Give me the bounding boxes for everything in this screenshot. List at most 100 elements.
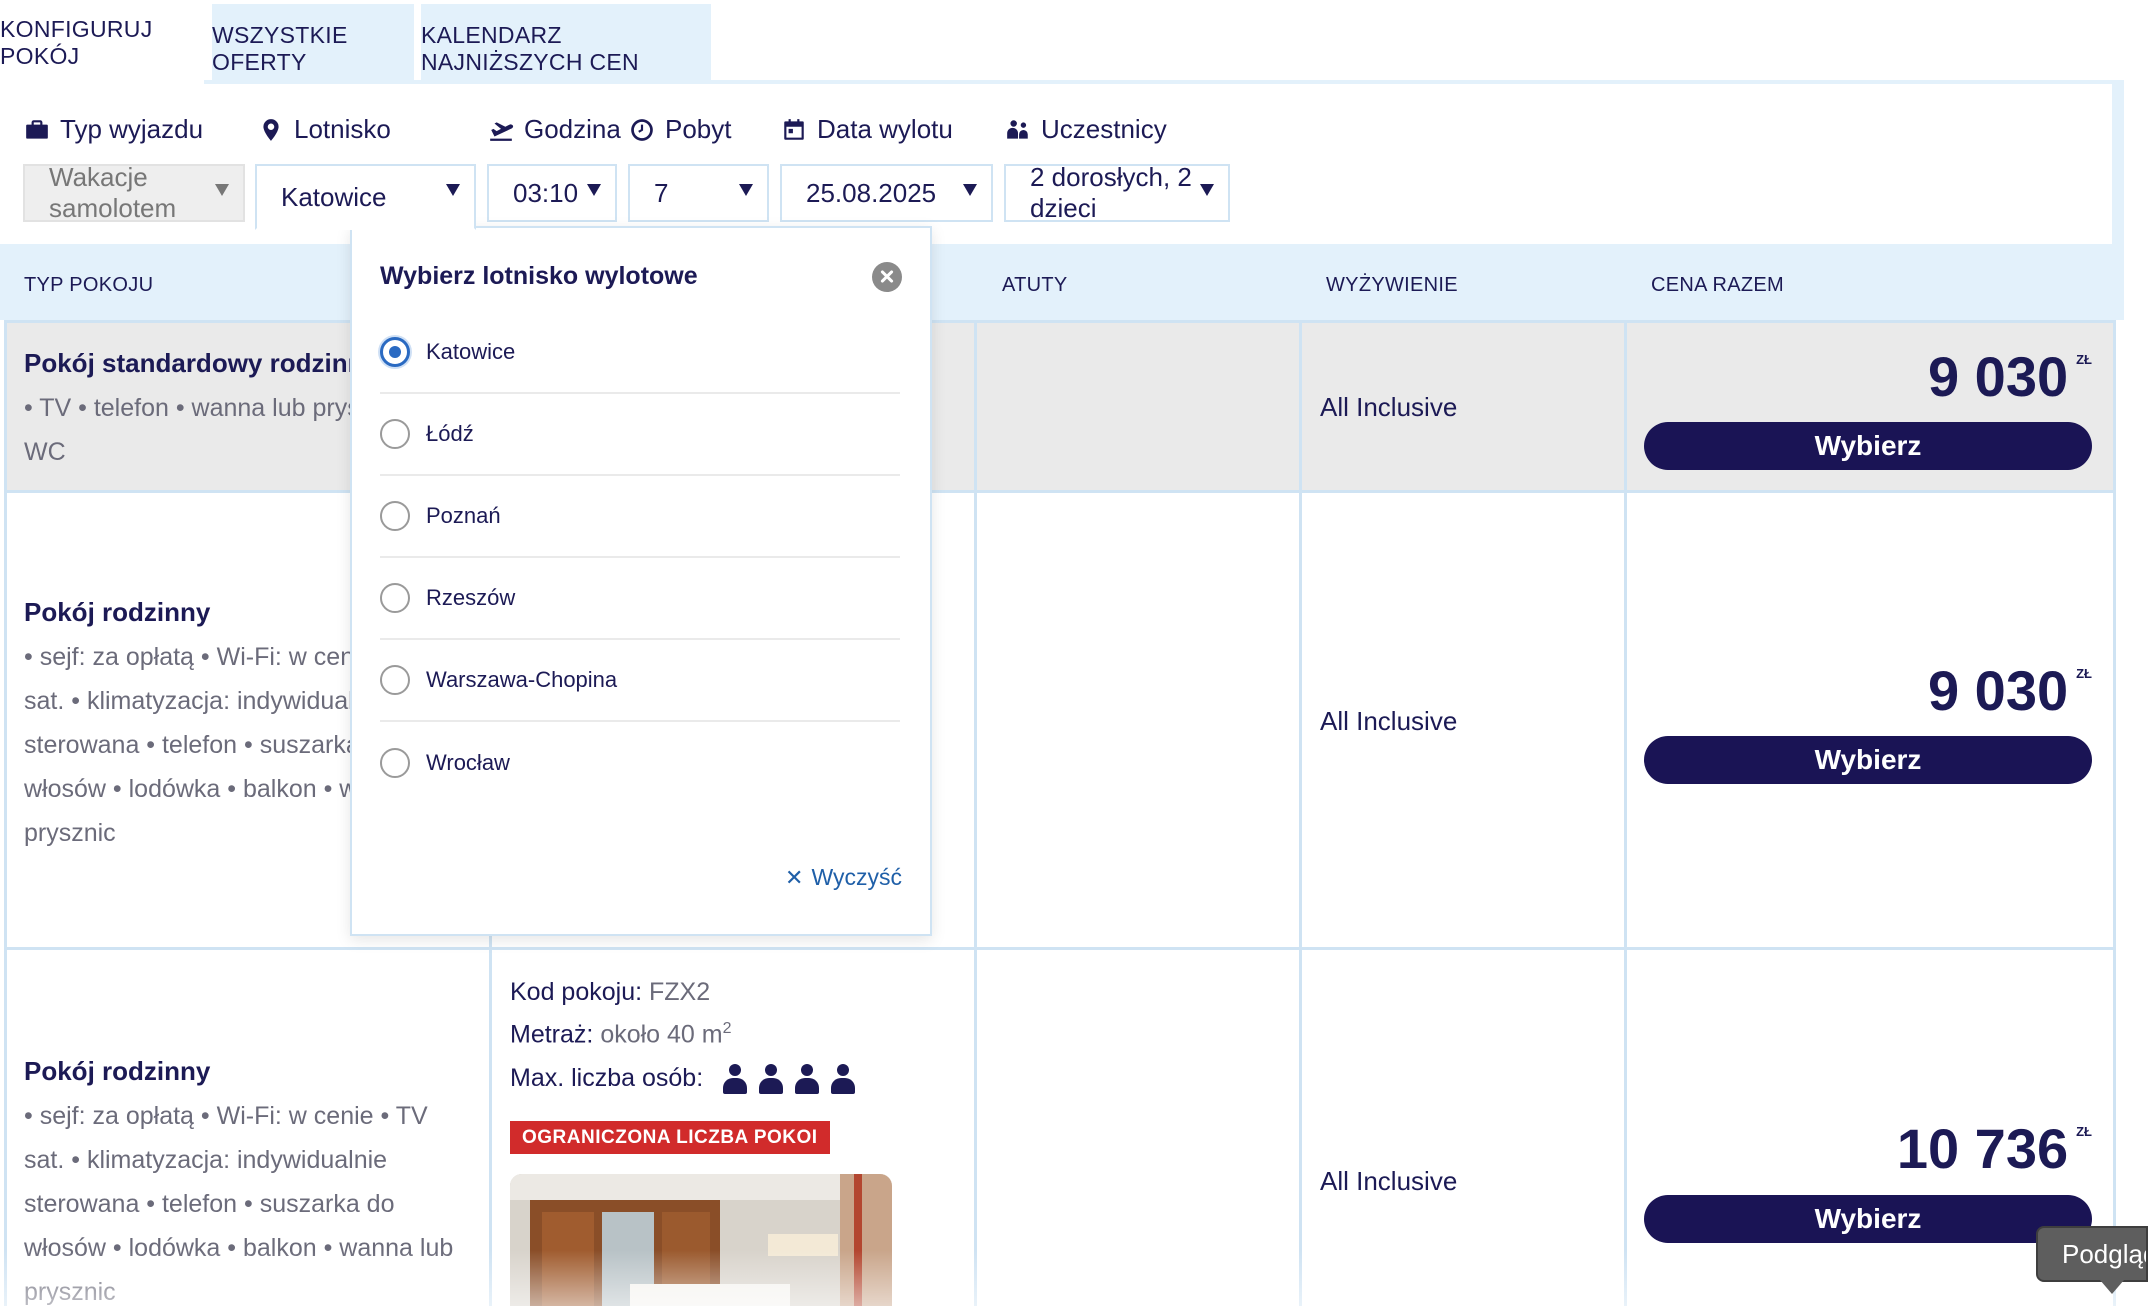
airport-option[interactable]: Poznań	[380, 476, 900, 558]
airport-option[interactable]: Wrocław	[380, 722, 900, 804]
airport-select[interactable]: Katowice	[255, 164, 476, 230]
column-divider	[1624, 320, 1627, 1306]
room-area-label: Metraż:	[510, 1020, 594, 1049]
airport-option-label: Rzeszów	[426, 585, 516, 610]
row-divider	[4, 947, 2116, 950]
airport-value: Katowice	[281, 181, 387, 212]
clear-label: Wyczyść	[811, 864, 902, 890]
airport-option-label: Poznań	[426, 503, 501, 528]
airport-option-label: Warszawa-Chopina	[426, 667, 618, 692]
room-board: All Inclusive	[1320, 392, 1458, 422]
airport-option[interactable]: Łódź	[380, 394, 900, 476]
airport-dropdown: Wybierz lotnisko wylotowe Katowice Łódź Po…	[350, 226, 932, 936]
radio-icon[interactable]	[380, 748, 410, 778]
room-title: Pokój rodzinny	[24, 597, 211, 627]
room-area: Metraż: około 40 m2	[510, 1020, 732, 1049]
tab-configure-room[interactable]: KONFIGURUJ POKÓJ	[0, 0, 204, 86]
radio-icon[interactable]	[380, 665, 410, 695]
participants-select[interactable]: 2 dorosłych, 2 dzieci	[1004, 162, 1230, 223]
departure-date-label: Data wylotu	[781, 114, 953, 145]
chevron-down-icon	[215, 184, 229, 196]
tab-all-offers[interactable]: WSZYSTKIE OFERTY	[212, 4, 414, 82]
chevron-down-icon	[1200, 184, 1214, 196]
room-title: Pokój standardowy rodzinny	[24, 348, 378, 378]
person-icon	[794, 1064, 820, 1095]
room-photo-image	[510, 1174, 892, 1306]
filter-bar-inner: Typ wyjazdu Wakacje samolotem Lotnisko K…	[0, 84, 2112, 244]
price-currency: ZŁ	[2076, 352, 2092, 367]
select-room-button[interactable]: Wybierz	[1644, 1195, 2092, 1243]
person-icon	[722, 1064, 748, 1095]
participants-label: Uczestnicy	[1005, 114, 1167, 145]
tooltip-arrow	[2100, 1280, 2124, 1294]
trip-type-value: Wakacje samolotem	[49, 162, 177, 223]
select-room-button[interactable]: Wybierz	[1644, 736, 2092, 784]
time-label-text: Godzina	[524, 114, 621, 144]
chevron-down-icon	[446, 184, 460, 196]
trip-type-label: Typ wyjazdu	[24, 114, 203, 145]
radio-icon[interactable]	[380, 419, 410, 449]
price-currency: ZŁ	[2076, 1124, 2092, 1139]
close-icon: ✕	[785, 864, 804, 890]
limited-rooms-badge: OGRANICZONA LICZBA POKOI	[510, 1121, 830, 1154]
participants-value: 2 dorosłych, 2 dzieci	[1030, 162, 1192, 223]
participants-label-text: Uczestnicy	[1041, 114, 1167, 144]
radio-icon[interactable]	[380, 583, 410, 613]
row-divider	[4, 490, 2116, 493]
chevron-down-icon	[963, 184, 977, 196]
select-room-button[interactable]: Wybierz	[1644, 422, 2092, 470]
departure-date-label-text: Data wylotu	[817, 114, 953, 144]
stay-label-text: Pobyt	[665, 114, 732, 144]
time-label: Godzina	[488, 114, 621, 145]
price-amount: 9 030	[1927, 345, 2069, 408]
radio-icon[interactable]	[380, 501, 410, 531]
header-board: WYŻYWIENIE	[1326, 274, 1458, 296]
room-features: • sejf: za opłatą • Wi-Fi: w cenie • TV …	[24, 1102, 454, 1306]
time-select[interactable]: 03:10	[487, 164, 617, 222]
trip-type-label-text: Typ wyjazdu	[60, 114, 204, 144]
room-board: All Inclusive	[1320, 706, 1458, 736]
room-area-value: około 40 m	[600, 1020, 723, 1049]
stay-value: 7	[654, 177, 669, 208]
price-currency: ZŁ	[2076, 666, 2092, 681]
airport-option[interactable]: Katowice	[380, 312, 900, 394]
tab-lowest-price-calendar[interactable]: KALENDARZ NAJNIŻSZYCH CEN	[421, 4, 711, 82]
price-amount: 9 030	[1927, 659, 2069, 722]
room-price: 9 030 ZŁ	[1928, 344, 2092, 409]
clear-button[interactable]: ✕ Wyczyść	[785, 864, 902, 891]
departure-date-select[interactable]: 25.08.2025	[780, 164, 993, 222]
column-divider	[4, 320, 7, 1306]
airport-option[interactable]: Warszawa-Chopina	[380, 640, 900, 722]
airport-label-text: Lotnisko	[294, 114, 391, 144]
header-total-price: CENA RAZEM	[1651, 274, 1785, 296]
chevron-down-icon	[587, 184, 601, 196]
close-icon[interactable]	[872, 262, 902, 292]
preview-tooltip: Podgląd	[2036, 1226, 2148, 1282]
radio-checked-icon[interactable]	[380, 337, 410, 367]
plane-departure-icon	[490, 121, 514, 141]
room-photo[interactable]	[510, 1174, 892, 1306]
airport-label: Lotnisko	[258, 114, 391, 145]
airport-option[interactable]: Rzeszów	[380, 558, 900, 640]
location-pin-icon	[263, 118, 279, 141]
room-title: Pokój rodzinny	[24, 1056, 211, 1086]
price-amount: 10 736	[1896, 1117, 2069, 1180]
stay-select[interactable]: 7	[628, 164, 769, 222]
airport-option-label: Łódź	[426, 421, 474, 446]
filter-bar: Typ wyjazdu Wakacje samolotem Lotnisko K…	[0, 80, 2124, 248]
briefcase-icon	[26, 119, 48, 139]
airport-dropdown-title: Wybierz lotnisko wylotowe	[380, 262, 698, 290]
person-icon	[758, 1064, 784, 1095]
room-price: 10 736 ZŁ	[1897, 1116, 2092, 1181]
room-max-persons-label: Max. liczba osób:	[510, 1064, 704, 1092]
chevron-down-icon	[739, 184, 753, 196]
departure-date-value: 25.08.2025	[806, 177, 937, 208]
clock-icon	[631, 118, 653, 141]
calendar-icon	[784, 118, 804, 140]
preview-tooltip-text: Podgląd	[2062, 1238, 2148, 1269]
airport-option-label: Wrocław	[426, 750, 510, 775]
time-value: 03:10	[513, 177, 579, 208]
person-icons	[722, 1064, 856, 1095]
stay-label: Pobyt	[629, 114, 732, 145]
trip-type-select: Wakacje samolotem	[23, 162, 245, 223]
